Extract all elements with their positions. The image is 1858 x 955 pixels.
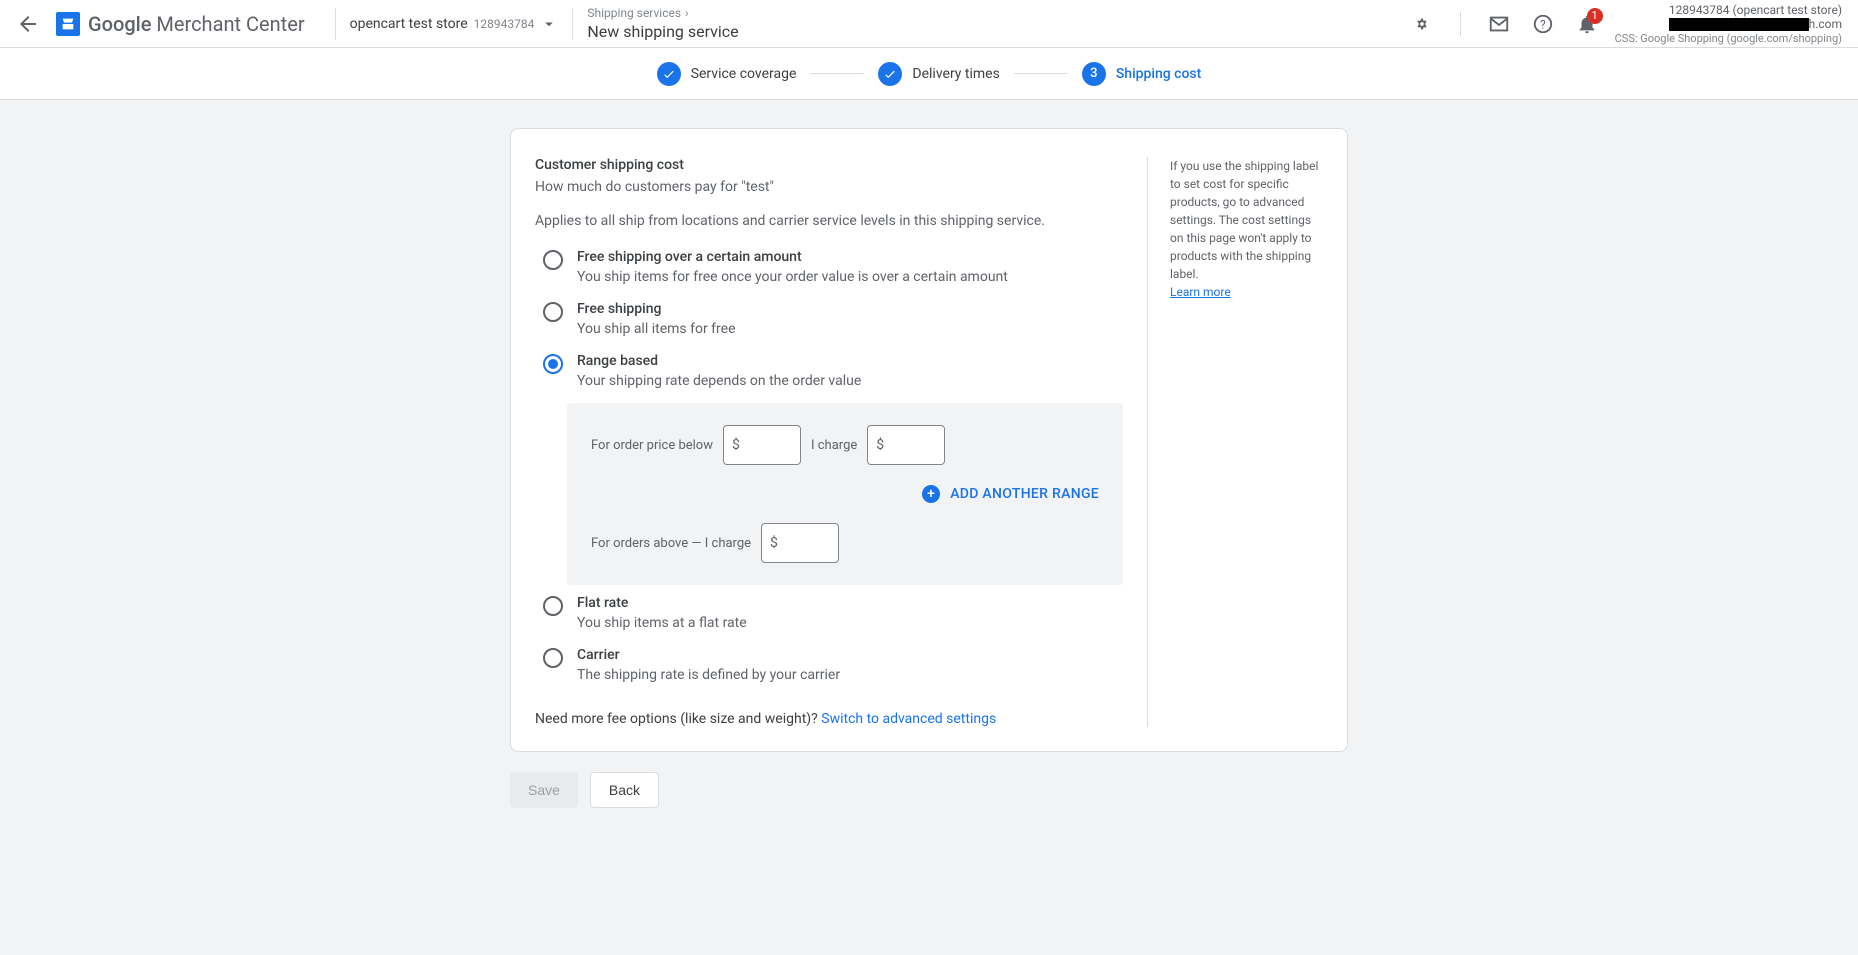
header-actions: ? 1 bbox=[1402, 4, 1607, 44]
settings-icon[interactable] bbox=[1402, 4, 1442, 44]
section-note: Applies to all ship from locations and c… bbox=[535, 213, 1123, 229]
page-body: Customer shipping cost How much do custo… bbox=[0, 100, 1858, 955]
divider bbox=[335, 8, 336, 40]
input-charge-above[interactable]: $ bbox=[761, 523, 839, 563]
label-order-below: For order price below bbox=[591, 438, 713, 453]
page-title: New shipping service bbox=[587, 22, 738, 41]
progress-stepper: Service coverage Delivery times 3 Shippi… bbox=[0, 48, 1858, 100]
save-button: Save bbox=[510, 772, 578, 808]
currency-symbol: $ bbox=[876, 437, 884, 453]
svg-text:?: ? bbox=[1540, 17, 1546, 31]
option-range-based[interactable]: Range based Your shipping rate depends o… bbox=[535, 343, 1123, 395]
app-header: Google Merchant Center opencart test sto… bbox=[0, 0, 1858, 48]
shipping-cost-options: Free shipping over a certain amount You … bbox=[535, 239, 1123, 689]
store-selector[interactable]: opencart test store 128943784 bbox=[350, 15, 559, 33]
radio-icon[interactable] bbox=[543, 302, 563, 322]
section-subtitle: How much do customers pay for "test" bbox=[535, 179, 1123, 195]
merchant-center-icon bbox=[56, 12, 80, 36]
store-name: opencart test store bbox=[350, 16, 468, 32]
option-flat-rate[interactable]: Flat rate You ship items at a flat rate bbox=[535, 585, 1123, 637]
store-id: 128943784 bbox=[474, 17, 535, 31]
step-delivery-times[interactable]: Delivery times bbox=[878, 62, 999, 86]
range-row-below: For order price below $ I charge $ bbox=[591, 425, 1099, 465]
learn-more-link[interactable]: Learn more bbox=[1170, 285, 1231, 299]
divider bbox=[572, 8, 573, 40]
step-number-icon: 3 bbox=[1082, 62, 1106, 86]
option-free-over-amount[interactable]: Free shipping over a certain amount You … bbox=[535, 239, 1123, 291]
check-icon bbox=[657, 62, 681, 86]
label-orders-above: For orders above — I charge bbox=[591, 536, 751, 551]
charge-field[interactable] bbox=[890, 437, 936, 453]
input-order-threshold[interactable]: $ bbox=[723, 425, 801, 465]
account-email-redacted bbox=[1669, 18, 1809, 31]
switch-advanced-link[interactable]: Switch to advanced settings bbox=[821, 711, 996, 727]
step-connector bbox=[1014, 73, 1068, 74]
charge-above-field[interactable] bbox=[784, 535, 830, 551]
account-css-line: CSS: Google Shopping (google.com/shoppin… bbox=[1615, 32, 1842, 45]
account-email-suffix: h.com bbox=[1809, 17, 1842, 31]
step-service-coverage[interactable]: Service coverage bbox=[657, 62, 797, 86]
option-free-shipping[interactable]: Free shipping You ship all items for fre… bbox=[535, 291, 1123, 343]
divider bbox=[1460, 12, 1461, 36]
plus-icon: + bbox=[922, 485, 940, 503]
radio-icon[interactable] bbox=[543, 250, 563, 270]
back-button[interactable]: Back bbox=[590, 772, 659, 808]
check-icon bbox=[878, 62, 902, 86]
mail-icon[interactable] bbox=[1479, 4, 1519, 44]
advanced-settings-hint: Need more fee options (like size and wei… bbox=[535, 711, 1123, 727]
account-info[interactable]: 128943784 (opencart test store) h.com CS… bbox=[1615, 3, 1842, 45]
range-row-above: For orders above — I charge $ bbox=[591, 523, 1099, 563]
back-arrow-icon[interactable] bbox=[16, 12, 40, 36]
notification-badge: 1 bbox=[1587, 8, 1603, 24]
step-shipping-cost[interactable]: 3 Shipping cost bbox=[1082, 62, 1201, 86]
help-icon[interactable]: ? bbox=[1523, 4, 1563, 44]
shipping-cost-card: Customer shipping cost How much do custo… bbox=[510, 128, 1348, 752]
currency-symbol: $ bbox=[770, 535, 778, 551]
threshold-field[interactable] bbox=[746, 437, 792, 453]
chevron-right-icon: › bbox=[685, 6, 689, 20]
form-actions: Save Back bbox=[510, 772, 1348, 808]
product-name: Google Merchant Center bbox=[88, 12, 305, 36]
radio-icon[interactable] bbox=[543, 648, 563, 668]
label-i-charge: I charge bbox=[811, 438, 857, 453]
input-charge-below[interactable]: $ bbox=[867, 425, 945, 465]
info-sidebar: If you use the shipping label to set cos… bbox=[1147, 157, 1347, 727]
section-title: Customer shipping cost bbox=[535, 157, 1123, 173]
account-store-line: 128943784 (opencart test store) bbox=[1669, 3, 1842, 17]
notifications-icon[interactable]: 1 bbox=[1567, 4, 1607, 44]
breadcrumb-parent[interactable]: Shipping services bbox=[587, 6, 681, 20]
step-connector bbox=[810, 73, 864, 74]
option-carrier[interactable]: Carrier The shipping rate is defined by … bbox=[535, 637, 1123, 689]
add-another-range-button[interactable]: + ADD ANOTHER RANGE bbox=[591, 485, 1099, 503]
breadcrumb: Shipping services › New shipping service bbox=[587, 6, 738, 41]
radio-icon[interactable] bbox=[543, 354, 563, 374]
chevron-down-icon bbox=[540, 15, 558, 33]
product-logo[interactable]: Google Merchant Center bbox=[56, 12, 305, 36]
radio-icon[interactable] bbox=[543, 596, 563, 616]
currency-symbol: $ bbox=[732, 437, 740, 453]
range-based-panel: For order price below $ I charge $ + bbox=[567, 403, 1123, 585]
